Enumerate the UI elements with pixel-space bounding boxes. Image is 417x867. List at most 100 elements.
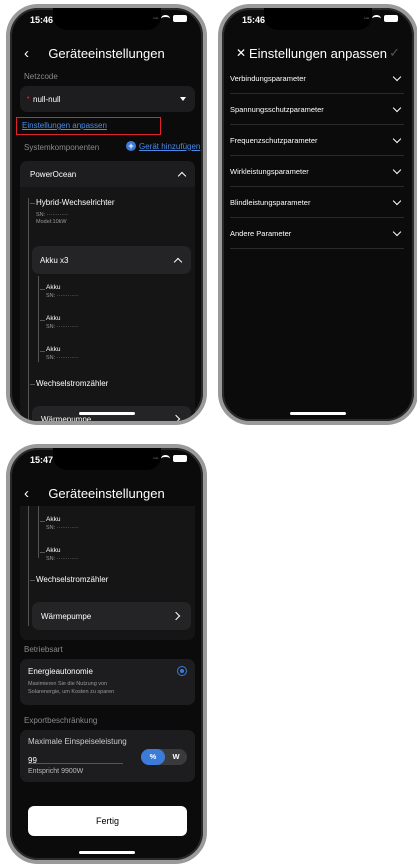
mode-title: Energieautonomie [28,667,93,676]
status-time: 15:47 [30,455,54,465]
export-limit-card: Maximale Einspeiseleistung 99 % W Entspr… [20,730,195,782]
wifi-icon [161,455,170,462]
home-indicator [78,412,135,415]
heatpump-card[interactable]: Wärmepumpe [32,406,191,424]
done-button[interactable]: Fertig [28,806,187,836]
export-limit-label: Exportbeschränkung [24,716,98,725]
radio-dot [180,669,184,673]
tree-line [28,506,29,626]
energy-autonomy-option[interactable]: Energieautonomie Maximieren Sie die Nutz… [20,659,195,705]
home-indicator [290,412,346,415]
akku-item[interactable]: Akku SN: ············ [40,315,79,330]
unit-watt-option[interactable]: W [165,749,187,765]
inverter-item[interactable]: Hybrid-Wechselrichter SN: ············ M… [30,198,115,225]
phone-device-settings-bottom: 15:47 ···· ‹ Geräteeinstellungen Akku SN… [6,444,207,864]
signal-icon: ···· [152,15,159,22]
signal-icon: ···· [152,455,159,462]
akku-sn: SN: ············ [46,556,79,562]
akku-item[interactable]: Akku SN: ············ [40,284,79,299]
page-title: Geräteeinstellungen [48,485,165,501]
param-label: Andere Parameter [230,228,292,238]
chevron-down-icon [392,227,402,237]
akku-item[interactable]: Akku SN: ············ [40,346,79,361]
wifi-icon [372,15,381,22]
chevron-right-icon [171,414,181,421]
param-row-active-power[interactable]: Wirkleistungsparameter [230,156,404,187]
chevron-up-icon [173,257,183,267]
akku-name: Akku [46,547,61,554]
netzcode-value: null-null [33,95,61,104]
akku-item[interactable]: Akku SN: ············ [40,547,79,562]
akku-group-card[interactable]: Akku x3 [32,246,191,274]
param-row-reactive-power[interactable]: Blindleistungsparameter [230,187,404,218]
operating-mode-label: Betriebsart [24,645,63,654]
add-device-label: Gerät hinzufügen [139,141,201,151]
phone-adjust-settings: 15:46 ···· ✕ Einstellungen anpassen ✓ Ve… [218,4,417,425]
param-row-connection[interactable]: Verbindungsparameter [230,63,404,94]
param-label: Wirkleistungsparameter [230,166,309,176]
signal-icon: ···· [363,15,370,22]
plus-circle-icon: + [126,141,136,151]
max-feed-value: 99 [28,756,37,765]
param-row-other[interactable]: Andere Parameter [230,218,404,249]
status-time: 15:46 [30,15,54,25]
required-dot-icon: • [27,95,30,102]
meter-item[interactable]: Wechselstromzähler [29,575,108,584]
netzcode-label: Netzcode [24,72,58,81]
heatpump-card[interactable]: Wärmepumpe [32,602,191,630]
mode-description-line-1: Maximieren Sie die Nutzung von [28,681,108,687]
notch [264,8,372,30]
check-icon[interactable]: ✓ [389,45,400,61]
akku-sn: SN: ············ [46,324,79,330]
param-label: Blindleistungsparameter [230,197,311,207]
powerocean-label: PowerOcean [30,170,77,179]
wifi-icon [161,15,170,22]
close-icon[interactable]: ✕ [236,47,246,59]
akku-item[interactable]: Akku SN: ············ [40,516,79,531]
add-device-button[interactable]: + Gerät hinzufügen [126,141,200,151]
tree-line [28,198,29,421]
akku-name: Akku [46,284,61,291]
akku-group-label: Akku x3 [40,256,69,265]
param-row-frequency[interactable]: Frequenzschutzparameter [230,125,404,156]
heatpump-label: Wärmepumpe [41,415,92,424]
inverter-model: Model:10kW [36,219,67,225]
chevron-down-icon [392,134,402,144]
equivalent-text: Entspricht 9900W [28,768,84,775]
akku-sn: SN: ············ [46,355,79,361]
battery-icon [173,455,187,462]
status-icons: ···· [153,455,187,462]
meter-item[interactable]: Wechselstromzähler [29,379,108,388]
inverter-name: Hybrid-Wechselrichter [36,198,115,207]
heatpump-label: Wärmepumpe [41,612,92,621]
chevron-up-icon [177,171,187,181]
chevron-left-icon[interactable]: ‹ [24,46,29,61]
inverter-sn: SN: ············ [36,212,69,218]
header: ✕ Einstellungen anpassen ✓ [222,42,414,64]
done-label: Fertig [95,816,119,826]
adjust-settings-link[interactable]: Einstellungen anpassen [22,121,107,130]
radio-selected-icon[interactable] [177,666,187,676]
param-row-voltage[interactable]: Spannungsschutzparameter [230,94,404,125]
unit-percent-option[interactable]: % [141,749,165,765]
chevron-right-icon [171,611,181,621]
akku-sn: SN: ············ [46,293,79,299]
chevron-down-icon [392,165,402,175]
chevron-down-icon [392,196,402,206]
unit-toggle[interactable]: % W [141,749,187,765]
powerocean-card[interactable]: PowerOcean [20,161,195,187]
netzcode-select[interactable]: • null-null [20,86,195,112]
page-title: Einstellungen anpassen [248,45,388,61]
akku-name: Akku [46,346,61,353]
battery-icon [384,15,398,22]
page-title: Geräteeinstellungen [48,45,165,61]
caret-down-icon [180,97,186,101]
chevron-left-icon[interactable]: ‹ [24,486,29,501]
status-icons: ···· [153,15,187,22]
phone-device-settings: 15:46 ···· ‹ Geräteeinstellungen Netzcod… [6,4,207,425]
home-indicator [78,851,135,854]
chevron-down-icon [392,72,402,82]
max-feed-input[interactable]: 99 [28,750,123,765]
notch [52,8,161,30]
akku-tree-line [38,506,39,558]
